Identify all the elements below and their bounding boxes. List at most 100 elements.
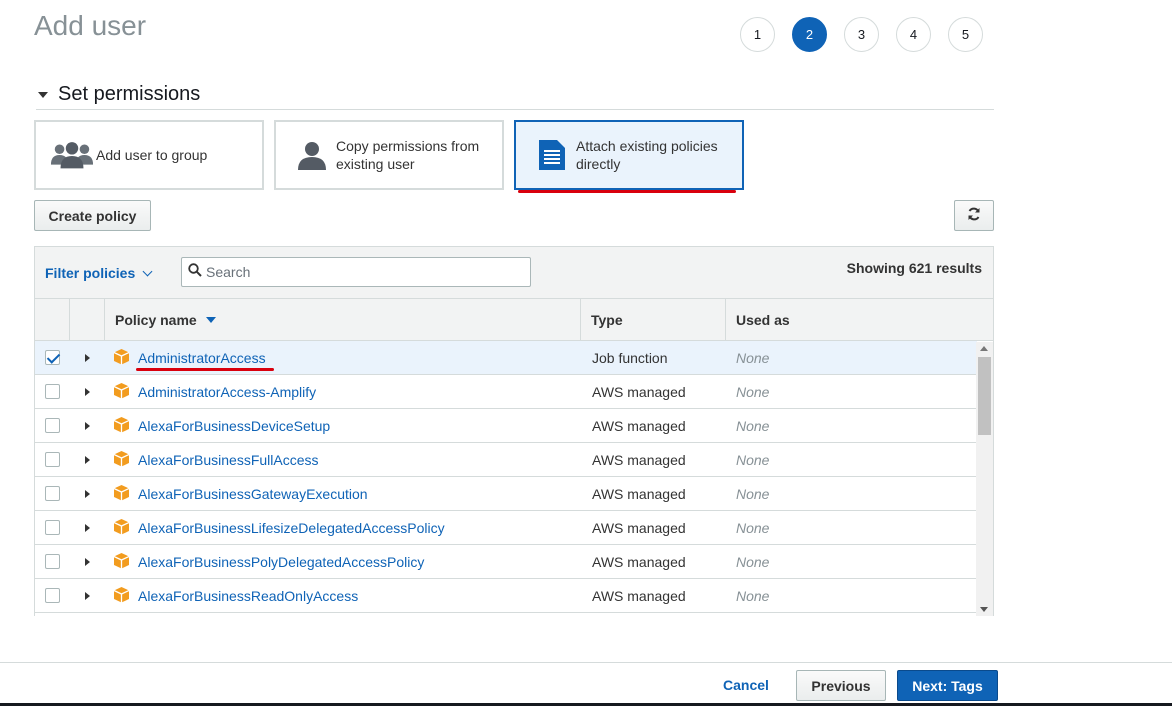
row-select-cell (35, 511, 70, 544)
expand-arrow-icon[interactable] (85, 489, 90, 498)
expand-arrow-icon[interactable] (85, 455, 90, 464)
header-policy-name[interactable]: Policy name (105, 299, 581, 340)
section-title: Set permissions (58, 83, 201, 105)
policy-box-icon (113, 518, 130, 538)
row-checkbox[interactable] (45, 520, 60, 535)
row-checkbox[interactable] (45, 588, 60, 603)
table-row[interactable]: AdministratorAccess-Amplify AWS managed No… (35, 375, 977, 409)
scroll-up-arrow-icon[interactable] (980, 346, 988, 351)
policy-box-icon (113, 552, 130, 572)
scroll-down-arrow-icon[interactable] (980, 607, 988, 612)
policy-box-icon (113, 348, 130, 368)
used-as-cell: None (736, 349, 770, 366)
cancel-button[interactable]: Cancel (723, 677, 769, 693)
row-select-cell (35, 443, 70, 476)
used-as-cell: None (736, 519, 770, 536)
row-expand-cell (70, 579, 105, 612)
add-user-to-group-option[interactable]: Add user to group (34, 120, 264, 190)
policy-name-link[interactable]: AlexaForBusinessGatewayExecution (138, 486, 368, 502)
next-tags-button[interactable]: Next: Tags (897, 670, 998, 701)
table-row[interactable]: AlexaForBusinessDeviceSetup AWS managed No… (35, 409, 977, 443)
row-checkbox[interactable] (45, 554, 60, 569)
scroll-thumb[interactable] (978, 357, 991, 435)
policy-type-cell: AWS managed (592, 383, 686, 400)
row-select-cell (35, 545, 70, 578)
step-4[interactable]: 4 (896, 17, 931, 52)
row-expand-cell (70, 511, 105, 544)
step-1[interactable]: 1 (740, 17, 775, 52)
refresh-icon (967, 207, 981, 224)
sort-descending-icon (205, 316, 216, 323)
policy-name-link[interactable]: AlexaForBusinessDeviceSetup (138, 418, 330, 434)
policy-type-cell: AWS managed (592, 553, 686, 570)
policy-name-link[interactable]: AdministratorAccess-Amplify (138, 384, 316, 400)
policy-name-link[interactable]: AdministratorAccess (138, 350, 266, 366)
policy-type-cell: AWS managed (592, 485, 686, 502)
table-row[interactable]: AlexaForBusinessFullAccess AWS managed Non… (35, 443, 977, 477)
policy-box-icon (113, 484, 130, 504)
row-checkbox[interactable] (45, 384, 60, 399)
option-label: Attach existing policies directly (576, 138, 718, 172)
highlight-underline (136, 368, 274, 371)
step-5[interactable]: 5 (948, 17, 983, 52)
policy-name-link[interactable]: AlexaForBusinessReadOnlyAccess (138, 588, 358, 604)
attach-policies-option[interactable]: Attach existing policies directly (514, 120, 744, 190)
policy-name-link[interactable]: AlexaForBusinessPolyDelegatedAccessPolic… (138, 554, 424, 570)
row-checkbox[interactable] (45, 418, 60, 433)
policy-box-icon (113, 382, 130, 402)
option-label: Add user to group (96, 147, 208, 163)
header-type[interactable]: Type (581, 299, 726, 340)
search-box[interactable] (181, 257, 531, 287)
header-used-as[interactable]: Used as (726, 299, 993, 340)
row-select-cell (35, 409, 70, 442)
filter-policies-dropdown[interactable]: Filter policies (45, 265, 153, 281)
row-expand-cell (70, 341, 105, 374)
results-count: Showing 621 results (846, 260, 982, 276)
policy-name-cell: AlexaForBusinessLifesizeDelegatedAccessP… (105, 511, 581, 544)
search-icon (188, 262, 202, 282)
expand-arrow-icon[interactable] (85, 353, 90, 362)
document-icon (530, 138, 574, 172)
policy-type-cell: AWS managed (592, 519, 686, 536)
expand-arrow-icon[interactable] (85, 591, 90, 600)
policy-name-link[interactable]: AlexaForBusinessFullAccess (138, 452, 319, 468)
permission-options: Add user to group Copy permissions from … (34, 120, 744, 190)
previous-button[interactable]: Previous (796, 670, 886, 701)
expand-arrow-icon[interactable] (85, 557, 90, 566)
policy-type-cell: AWS managed (592, 417, 686, 434)
used-as-cell: None (736, 417, 770, 434)
row-expand-cell (70, 375, 105, 408)
step-2[interactable]: 2 (792, 17, 827, 52)
column-label: Type (591, 311, 623, 328)
copy-permissions-option[interactable]: Copy permissions from existing user (274, 120, 504, 190)
used-as-cell: None (736, 587, 770, 604)
table-row[interactable]: AlexaForBusinessLifesizeDelegatedAccessP… (35, 511, 977, 545)
policy-name-cell: AlexaForBusinessReadOnlyAccess (105, 579, 581, 612)
policy-box-icon (113, 416, 130, 436)
create-policy-button[interactable]: Create policy (34, 200, 151, 231)
table-scrollbar[interactable] (976, 342, 993, 616)
column-label: Policy name (115, 311, 197, 328)
row-checkbox[interactable] (45, 350, 60, 365)
header-select (35, 299, 70, 340)
table-row[interactable]: AlexaForBusinessGatewayExecution AWS mana… (35, 477, 977, 511)
expand-arrow-icon[interactable] (85, 387, 90, 396)
refresh-button[interactable] (954, 200, 994, 231)
policy-name-link[interactable]: AlexaForBusinessLifesizeDelegatedAccessP… (138, 520, 445, 536)
search-input[interactable] (206, 264, 506, 280)
row-checkbox[interactable] (45, 452, 60, 467)
table-body: AdministratorAccess Job function None Admin… (35, 341, 993, 615)
table-row[interactable]: AlexaForBusinessReadOnlyAccess AWS manage… (35, 579, 977, 613)
used-as-cell: None (736, 553, 770, 570)
expand-arrow-icon[interactable] (85, 421, 90, 430)
column-label: Used as (736, 311, 790, 328)
policy-box-icon (113, 586, 130, 606)
table-row[interactable]: AlexaForBusinessPolyDelegatedAccessPolic… (35, 545, 977, 579)
expand-arrow-icon[interactable] (85, 523, 90, 532)
set-permissions-header[interactable]: Set permissions (36, 80, 994, 110)
row-checkbox[interactable] (45, 486, 60, 501)
user-icon (290, 139, 334, 171)
used-as-cell: None (736, 451, 770, 468)
step-3[interactable]: 3 (844, 17, 879, 52)
footer-divider (0, 662, 1172, 663)
